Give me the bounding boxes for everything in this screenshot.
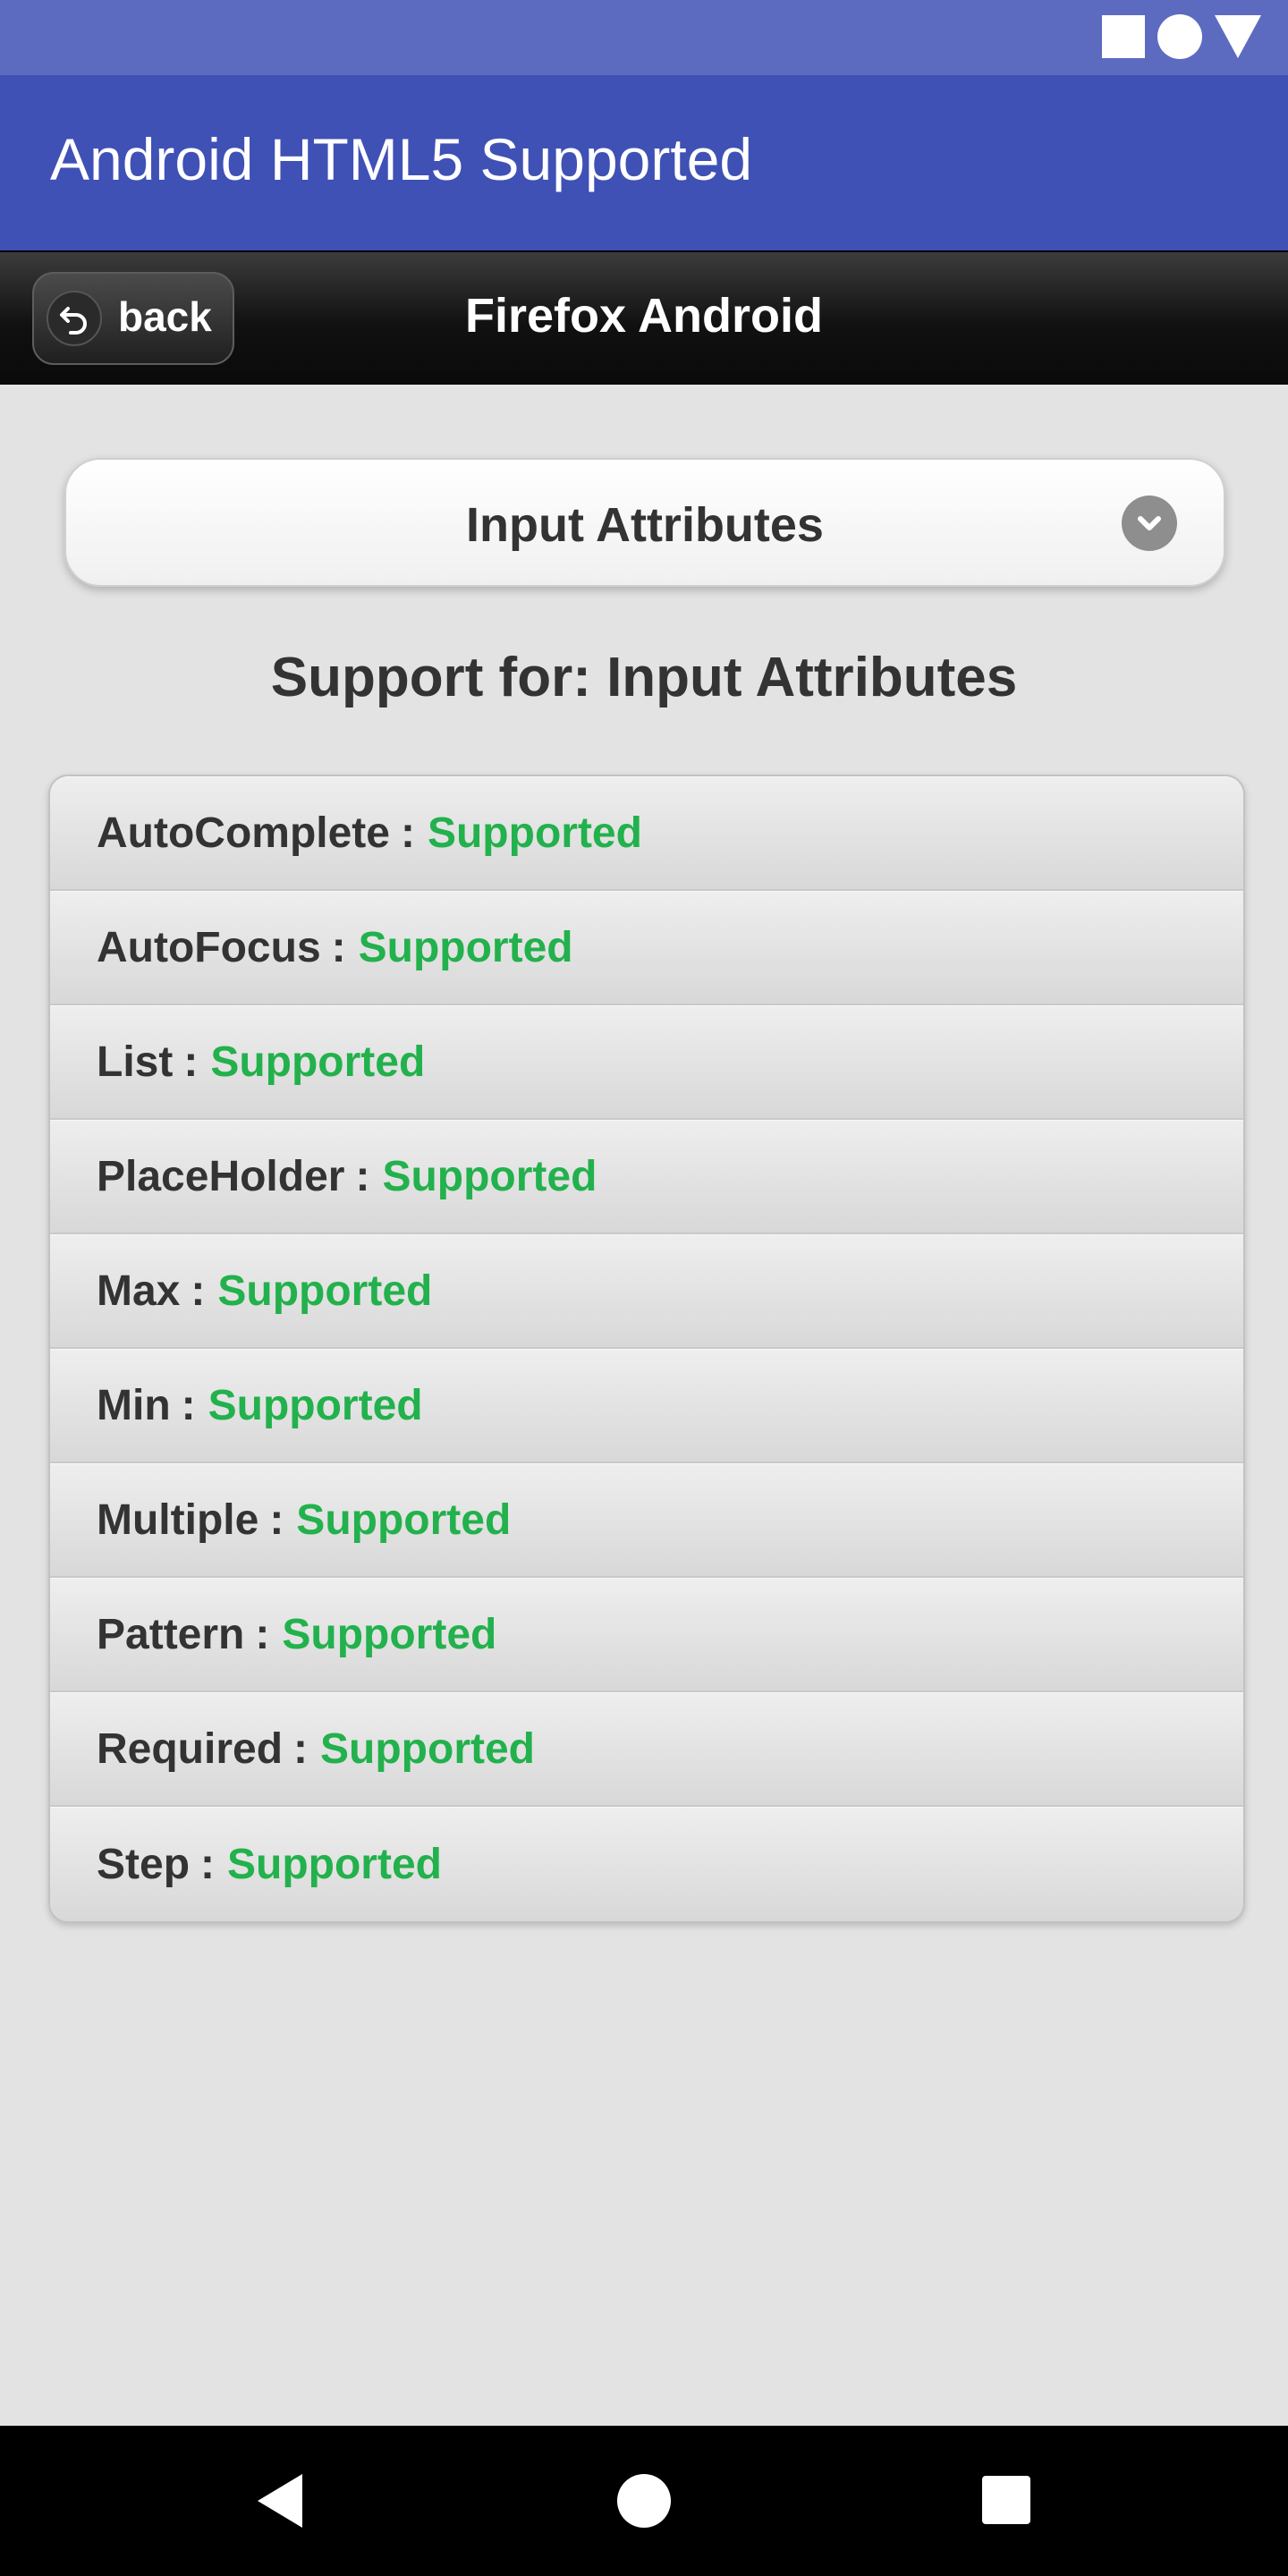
list-item: Step: Supported bbox=[50, 1807, 1243, 1921]
select-label: Input Attributes bbox=[466, 498, 824, 552]
attribute-status: Supported bbox=[296, 1496, 512, 1544]
recents-square-icon[interactable] bbox=[982, 2476, 1030, 2524]
attribute-name: Pattern bbox=[97, 1611, 245, 1658]
attribute-name: AutoComplete bbox=[97, 809, 390, 857]
attribute-separator: : bbox=[200, 1841, 215, 1888]
home-circle-icon[interactable] bbox=[617, 2474, 671, 2528]
attribute-name: Required bbox=[97, 1725, 284, 1773]
attribute-separator: : bbox=[293, 1725, 309, 1773]
attribute-status: Supported bbox=[210, 1038, 426, 1086]
attribute-separator: : bbox=[183, 1038, 199, 1086]
list-item: Min: Supported bbox=[50, 1349, 1243, 1463]
attribute-status: Supported bbox=[282, 1611, 497, 1658]
attribute-name: Min bbox=[97, 1382, 171, 1429]
list-item: AutoFocus: Supported bbox=[50, 891, 1243, 1005]
status-icons bbox=[1102, 14, 1261, 59]
chevron-down-icon bbox=[1122, 496, 1177, 551]
attribute-name: AutoFocus bbox=[97, 924, 321, 971]
attribute-status: Supported bbox=[427, 809, 642, 857]
list-item: AutoComplete: Supported bbox=[50, 776, 1243, 891]
attribute-separator: : bbox=[269, 1496, 284, 1544]
record-circle-icon bbox=[1157, 14, 1202, 59]
attribute-status: Supported bbox=[227, 1841, 442, 1888]
attribute-separator: : bbox=[400, 809, 415, 857]
list-item: Max: Supported bbox=[50, 1234, 1243, 1349]
attribute-separator: : bbox=[191, 1267, 206, 1315]
list-item: PlaceHolder: Supported bbox=[50, 1120, 1243, 1234]
attribute-status: Supported bbox=[217, 1267, 433, 1315]
attribute-name: Step bbox=[97, 1841, 191, 1888]
signal-triangle-icon bbox=[1215, 15, 1261, 58]
page-header: back Firefox Android bbox=[0, 250, 1288, 385]
attribute-name: Multiple bbox=[97, 1496, 259, 1544]
stop-square-icon bbox=[1102, 15, 1145, 58]
list-item: Multiple: Supported bbox=[50, 1463, 1243, 1578]
list-item: List: Supported bbox=[50, 1005, 1243, 1120]
attribute-separator: : bbox=[255, 1611, 270, 1658]
attribute-separator: : bbox=[181, 1382, 196, 1429]
attribute-status: Supported bbox=[382, 1153, 597, 1200]
attribute-status: Supported bbox=[320, 1725, 535, 1773]
list-item: Required: Supported bbox=[50, 1692, 1243, 1807]
category-select[interactable]: Input Attributes bbox=[64, 458, 1225, 587]
attribute-name: PlaceHolder bbox=[97, 1153, 345, 1200]
status-bar bbox=[0, 0, 1288, 75]
app-title: Android HTML5 Supported bbox=[50, 126, 753, 192]
list-item: Pattern: Supported bbox=[50, 1578, 1243, 1692]
attribute-separator: : bbox=[355, 1153, 370, 1200]
screen: Android HTML5 Supported back Firefox And… bbox=[0, 0, 1288, 2576]
back-triangle-icon[interactable] bbox=[258, 2474, 302, 2528]
attribute-separator: : bbox=[331, 924, 346, 971]
attribute-status: Supported bbox=[208, 1382, 423, 1429]
page-title: Firefox Android bbox=[465, 289, 823, 343]
attribute-name: List bbox=[97, 1038, 174, 1086]
attribute-list: AutoComplete: Supported AutoFocus: Support… bbox=[48, 775, 1245, 1923]
support-heading: Support for: Input Attributes bbox=[270, 647, 1018, 708]
app-bar: Android HTML5 Supported bbox=[0, 75, 1288, 250]
attribute-name: Max bbox=[97, 1267, 181, 1315]
navigation-bar bbox=[0, 2426, 1288, 2576]
attribute-status: Supported bbox=[358, 924, 573, 971]
